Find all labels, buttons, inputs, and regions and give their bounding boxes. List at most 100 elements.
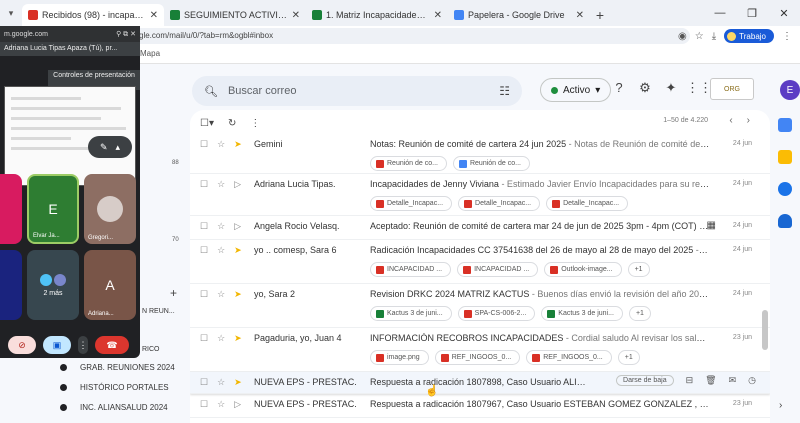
help-icon[interactable]: ? (610, 80, 628, 95)
browser-tab-matriz[interactable]: 1. Matriz Incapacidades - Hoja ✕ (306, 4, 448, 26)
tab-close-icon[interactable]: ✕ (434, 10, 442, 21)
attachment-chip[interactable]: INCAPACIDAD ... (457, 262, 539, 277)
tab-search-button[interactable]: ▾ (0, 0, 22, 26)
attachment-chip[interactable]: INCAPACIDAD ... (370, 262, 452, 277)
email-row[interactable]: ☐ ☆ ➤ yo, Sara 2 Revision DRKC 2024 MATRIZ… (190, 284, 770, 328)
attachment-chip[interactable]: Detalle_Incapac... (370, 196, 453, 211)
bookmark-star-icon[interactable]: ☆ (695, 31, 704, 42)
gemini-sparkle-icon[interactable]: ✦ (662, 80, 680, 96)
row-checkbox[interactable]: ☐ (200, 399, 208, 410)
meet-pip-window[interactable]: m.google.com ⚲ ⧉ ✕ Adriana Lucia Tipas A… (0, 26, 140, 358)
more-options-button[interactable]: ⋮ (78, 336, 88, 354)
list-scrollbar[interactable] (762, 310, 768, 350)
present-screen-button[interactable]: ▣ (43, 336, 71, 354)
refresh-icon[interactable]: ↻ (228, 118, 236, 129)
label-item[interactable]: GRAB. REUNIONES 2024 (80, 363, 175, 372)
more-attachments-chip[interactable]: +1 (627, 262, 650, 277)
star-icon[interactable]: ☆ (217, 377, 225, 388)
unsubscribe-button[interactable]: Darse de baja (616, 375, 674, 386)
search-input[interactable]: Buscar correo (228, 85, 489, 97)
attachment-chip[interactable]: SPA-CS-006-2... (457, 306, 536, 321)
star-icon[interactable]: ☆ (217, 221, 225, 232)
close-window-icon[interactable]: ✕ (768, 7, 800, 20)
star-icon[interactable]: ☆ (217, 179, 225, 190)
nav-label-partial[interactable]: RICO (142, 346, 160, 353)
add-label-icon[interactable]: + (170, 286, 177, 300)
attachment-chip[interactable]: REF_INGOOS_0... (526, 350, 612, 365)
important-marker-icon[interactable]: ➤ (234, 333, 242, 344)
new-tab-button[interactable]: + (590, 4, 610, 26)
attachment-chip[interactable]: Kactus 3 de juni... (541, 306, 623, 321)
important-marker-icon[interactable]: ➤ (234, 377, 242, 388)
row-checkbox[interactable]: ☐ (200, 333, 208, 344)
archive-icon[interactable]: ⊟ (686, 375, 694, 386)
important-marker-icon[interactable]: ➤ (234, 245, 242, 256)
important-marker-icon[interactable]: ➤ (234, 139, 242, 150)
email-row[interactable]: ☐ ☆ ▷ Adriana Lucia Tipas. Incapacidades d… (190, 174, 770, 216)
camera-off-button[interactable]: ⊘ (8, 336, 36, 354)
participant-tile[interactable]: Gregori... (84, 174, 136, 244)
label-item[interactable]: HISTÓRICO PORTALES (80, 383, 169, 392)
attachment-chip[interactable]: Outlook-image... (544, 262, 622, 277)
site-settings-icon[interactable]: ◉ (678, 31, 687, 42)
participant-tile[interactable]: A Adriana... (84, 250, 136, 320)
snooze-icon[interactable]: ◷ (748, 375, 756, 386)
prev-page-icon[interactable]: ‹ (729, 115, 732, 126)
browser-tab-seguimiento[interactable]: SEGUIMIENTO ACTIVIDADES ✕ (164, 4, 306, 26)
mark-unread-icon[interactable]: ✉ (729, 375, 737, 386)
important-marker-icon[interactable]: ▷ (234, 221, 241, 232)
minimize-icon[interactable]: — (704, 7, 736, 19)
email-row[interactable]: ☐ ☆ ➤ Pagaduria, yo, Juan 4 INFORMACIÓN RE… (190, 328, 770, 372)
row-checkbox[interactable]: ☐ (200, 245, 208, 256)
nav-label-partial[interactable]: N REUN... (142, 308, 175, 315)
row-checkbox[interactable]: ☐ (200, 377, 208, 388)
tab-close-icon[interactable]: ✕ (576, 10, 584, 21)
email-row[interactable]: ☐ ☆ ▷ Angela Rocio Velasq. Aceptado: Reuni… (190, 216, 770, 240)
keep-icon[interactable] (778, 150, 792, 164)
email-row[interactable]: ☐ ☆ ▷ NUEVA EPS - PRESTAC. Respuesta a rad… (190, 394, 770, 418)
url-field[interactable]: gle.com/mail/u/0/?tab=rm&ogbl#inbox (125, 28, 690, 44)
attachment-chip[interactable]: Kactus 3 de juni... (370, 306, 452, 321)
search-options-icon[interactable]: ☷ (499, 84, 510, 98)
presentation-controls-button[interactable]: ✎ ▴ (88, 136, 132, 158)
row-checkbox[interactable]: ☐ (200, 289, 208, 300)
download-icon[interactable]: ⤓ (712, 31, 716, 42)
attachment-chip[interactable]: image.png (370, 350, 429, 365)
more-options-icon[interactable]: ⋮ (250, 118, 260, 129)
attachment-chip[interactable]: REF_INGOOS_0... (434, 350, 521, 365)
star-icon[interactable]: ☆ (217, 245, 225, 256)
important-marker-icon[interactable]: ➤ (234, 289, 242, 300)
important-marker-icon[interactable]: ▷ (234, 179, 241, 190)
tab-close-icon[interactable]: ✕ (150, 10, 158, 21)
star-icon[interactable]: ☆ (217, 333, 225, 344)
search-icon[interactable]: 🔍︎ (204, 85, 218, 98)
browser-menu-icon[interactable]: ⋮ (782, 31, 792, 42)
row-checkbox[interactable]: ☐ (200, 221, 208, 232)
status-selector[interactable]: Activo ▾ (540, 78, 612, 102)
account-avatar[interactable]: E (780, 80, 800, 100)
more-attachments-chip[interactable]: +1 (628, 306, 651, 321)
select-all-checkbox[interactable]: ☐▾ (200, 118, 214, 129)
search-bar[interactable]: 🔍︎ Buscar correo ☷ (192, 76, 522, 106)
email-row[interactable]: ☐ ☆ ➤ Gemini Notas: Reunión de comité de c… (190, 134, 770, 174)
apps-grid-icon[interactable]: ⋮⋮ (686, 80, 712, 96)
delete-icon[interactable]: 🗑︎ (705, 375, 716, 386)
row-checkbox[interactable]: ☐ (200, 139, 208, 150)
email-row-hovered[interactable]: ☐ ☆ ➤ NUEVA EPS - PRESTAC. Respuesta a rad… (190, 372, 770, 394)
attachment-chip[interactable]: Detalle_Incapac... (458, 196, 541, 211)
next-page-icon[interactable]: › (747, 115, 750, 126)
settings-gear-icon[interactable]: ⚙ (636, 80, 654, 96)
tab-close-icon[interactable]: ✕ (292, 10, 300, 21)
bookmark-item[interactable]: Mapa (140, 49, 160, 58)
more-participants-tile[interactable]: 2 más (27, 250, 79, 320)
expand-panel-icon[interactable]: › (779, 400, 782, 411)
browser-tab-drive[interactable]: Papelera - Google Drive ✕ (448, 4, 590, 26)
participant-tile[interactable]: E Elvar Ja... (27, 174, 79, 244)
attachment-chip[interactable]: Reunión de co... (370, 156, 447, 171)
email-row[interactable]: ☐ ☆ ➤ yo .. comesp, Sara 6 Radicación Inca… (190, 240, 770, 284)
profile-button[interactable]: Trabajo (724, 29, 774, 43)
calendar-icon[interactable] (778, 118, 792, 132)
maximize-icon[interactable]: ❐ (736, 7, 768, 20)
important-marker-icon[interactable]: ▷ (234, 399, 241, 410)
label-item[interactable]: INC. ALIANSALUD 2024 (80, 403, 168, 412)
